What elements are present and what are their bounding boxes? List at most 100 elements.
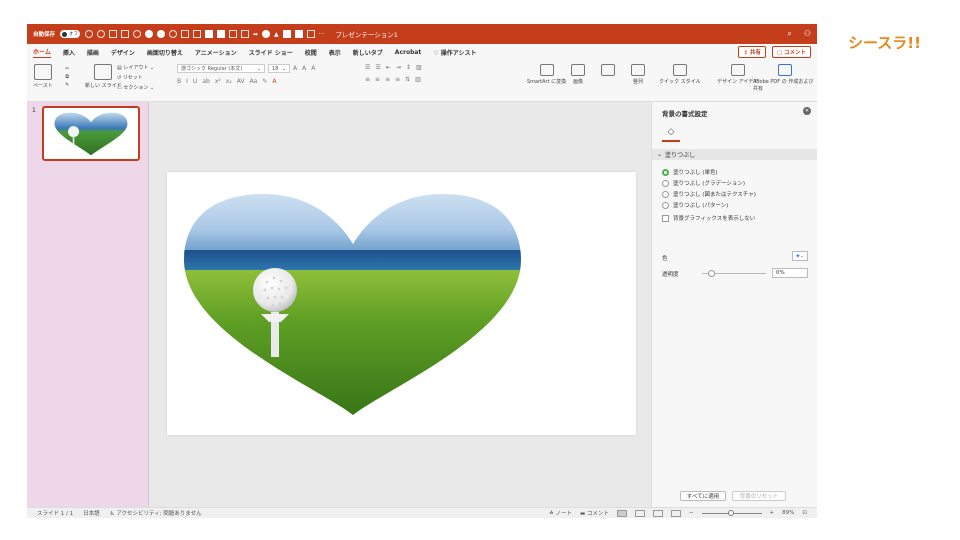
format-painter-icon[interactable]: ✎ xyxy=(65,82,69,88)
superscript-icon[interactable]: x² xyxy=(215,78,221,85)
align-left-icon[interactable]: ≡ xyxy=(365,76,370,83)
bold-icon[interactable]: B xyxy=(177,78,181,85)
adobe-pdf-button[interactable]: Adobe PDF の 作成および共有 xyxy=(753,64,817,92)
oval-shape-icon[interactable] xyxy=(85,30,94,38)
tab-insert[interactable]: 挿入 xyxy=(63,48,75,57)
font-name-dropdown[interactable]: 游ゴシック Regular (本文) ⌄ xyxy=(177,64,265,73)
reset-background-button[interactable]: 背景のリセット xyxy=(732,491,786,501)
normal-view-icon[interactable] xyxy=(616,509,627,517)
circle-shape-icon[interactable] xyxy=(97,30,106,38)
line-spacing-icon[interactable]: ↕ xyxy=(406,64,411,71)
text-direction-icon[interactable]: ⇅ xyxy=(405,76,410,83)
circle-filled-icon[interactable] xyxy=(262,30,271,38)
align-right-icon[interactable]: ≡ xyxy=(385,76,390,83)
search-icon[interactable]: ⌕ xyxy=(787,29,791,39)
decrease-indent-icon[interactable]: ⇤ xyxy=(386,64,391,71)
table-icon[interactable] xyxy=(121,30,130,38)
text-icon[interactable] xyxy=(181,30,190,38)
picture-button[interactable]: 画像 xyxy=(571,64,585,85)
arrange-button[interactable]: 整列 xyxy=(631,64,645,85)
share-people-icon[interactable]: ⚇ xyxy=(804,29,811,39)
zoom-out-icon[interactable]: − xyxy=(689,510,694,516)
arrow-right-icon[interactable]: ➡ xyxy=(253,31,258,38)
cross-box-icon[interactable] xyxy=(306,30,315,38)
slide-thumbnail[interactable] xyxy=(42,106,140,161)
smartart-button[interactable]: SmartArt に変換 xyxy=(527,64,566,85)
shape-icon[interactable] xyxy=(133,30,142,38)
clear-format-icon[interactable]: A xyxy=(311,65,315,72)
connector-icon[interactable] xyxy=(241,30,250,38)
radio-selected[interactable] xyxy=(662,168,669,176)
outline-shape-icon[interactable] xyxy=(169,30,178,38)
fill-bucket-icon[interactable]: ◇ xyxy=(662,124,680,142)
subscript-icon[interactable]: x₂ xyxy=(226,78,232,85)
slide-canvas[interactable] xyxy=(167,172,636,435)
fill-pattern-option[interactable]: 塗りつぶし (パターン) xyxy=(662,201,728,209)
fill-section-header[interactable]: ⌄ 塗りつぶし xyxy=(652,149,817,160)
font-size-dropdown[interactable]: 18 ⌄ xyxy=(268,64,290,73)
comments-button[interactable]: ▬ コメント xyxy=(580,509,609,517)
align-center-icon[interactable]: ≡ xyxy=(375,76,380,83)
zoom-slider[interactable] xyxy=(701,509,762,516)
reading-view-icon[interactable] xyxy=(652,509,663,517)
slide-sorter-icon[interactable] xyxy=(634,509,645,517)
apply-to-all-button[interactable]: すべてに適用 xyxy=(680,491,726,501)
chart-icon[interactable] xyxy=(109,30,118,38)
increase-indent-icon[interactable]: ⇥ xyxy=(396,64,401,71)
highlight-icon[interactable]: ✎ xyxy=(262,78,267,85)
color-picker-button[interactable]: ◈⌄ xyxy=(792,251,808,261)
transparency-input[interactable]: 0% xyxy=(772,268,808,278)
transparency-slider-knob[interactable] xyxy=(708,270,715,277)
tab-home[interactable]: ホーム xyxy=(33,47,51,58)
language-indicator[interactable]: 日本語 xyxy=(83,509,100,517)
close-icon[interactable]: ✕ xyxy=(803,107,811,115)
bullets-icon[interactable]: ☰ xyxy=(365,64,370,71)
comment-button[interactable]: ▢ コメント xyxy=(771,46,811,58)
checkbox[interactable] xyxy=(662,214,669,222)
notes-button[interactable]: ≙ ノート xyxy=(549,509,572,517)
fill-shape-icon[interactable] xyxy=(145,30,154,38)
fit-slide-icon[interactable]: ⊡ xyxy=(802,510,807,516)
shapes-button[interactable] xyxy=(601,64,615,76)
cut-icon[interactable]: ✂ xyxy=(65,66,69,72)
zoom-level[interactable]: 89% xyxy=(782,510,794,516)
zoom-knob[interactable] xyxy=(727,509,734,516)
align-text-icon[interactable]: ▥ xyxy=(415,76,421,83)
square-filled-icon[interactable] xyxy=(282,30,291,38)
font-color-icon[interactable]: A xyxy=(272,78,276,85)
tab-acrobat[interactable]: Acrobat xyxy=(395,49,422,56)
tab-view[interactable]: 表示 xyxy=(329,48,341,57)
italic-icon[interactable]: I xyxy=(186,78,188,85)
autosave-toggle[interactable]: オフ xyxy=(60,30,81,38)
triangle-icon[interactable]: ▲ xyxy=(274,31,279,38)
tab-tell-me[interactable]: ♡ 操作アシスト xyxy=(433,48,476,57)
section-button[interactable]: ▭ セクション ⌄ xyxy=(117,84,154,91)
grow-font-icon[interactable]: A xyxy=(293,65,297,72)
line-icon[interactable] xyxy=(229,30,238,38)
tab-slideshow[interactable]: スライド ショー xyxy=(249,48,293,57)
numbering-icon[interactable]: ☰ xyxy=(375,64,380,71)
radio-unselected[interactable] xyxy=(662,190,669,198)
shrink-font-icon[interactable]: A xyxy=(302,65,306,72)
tab-new-tab[interactable]: 新しいタブ xyxy=(353,48,383,57)
paste-button[interactable]: ペースト xyxy=(33,64,53,89)
rounded-rect-icon[interactable] xyxy=(294,30,303,38)
fill-solid-option[interactable]: 塗りつぶし (単色) xyxy=(662,168,718,176)
more-icon[interactable]: ··· xyxy=(319,31,325,38)
rectangle-icon-2[interactable] xyxy=(217,30,226,38)
fill-picture-option[interactable]: 塗りつぶし (図またはテクスチャ) xyxy=(662,190,756,198)
justify-icon[interactable]: ≡ xyxy=(395,76,400,83)
heart-golf-picture[interactable] xyxy=(167,172,636,435)
copy-icon[interactable]: ⧉ xyxy=(65,74,69,80)
char-spacing-icon[interactable]: AV xyxy=(237,78,245,85)
tab-draw[interactable]: 描画 xyxy=(87,48,99,57)
share-button[interactable]: ⇪ 共有 xyxy=(738,46,766,58)
accessibility-status[interactable]: ♿ アクセシビリティ: 問題ありません xyxy=(110,509,202,517)
columns-icon[interactable]: ▥ xyxy=(416,64,422,71)
quick-styles-button[interactable]: クイック スタイル xyxy=(659,64,701,85)
tab-design[interactable]: デザイン xyxy=(111,48,135,57)
image-icon[interactable] xyxy=(193,30,202,38)
rectangle-icon[interactable] xyxy=(205,30,214,38)
strikethrough-icon[interactable]: ab xyxy=(202,78,210,85)
fill-gradient-option[interactable]: 塗りつぶし (グラデーション) xyxy=(662,179,745,187)
